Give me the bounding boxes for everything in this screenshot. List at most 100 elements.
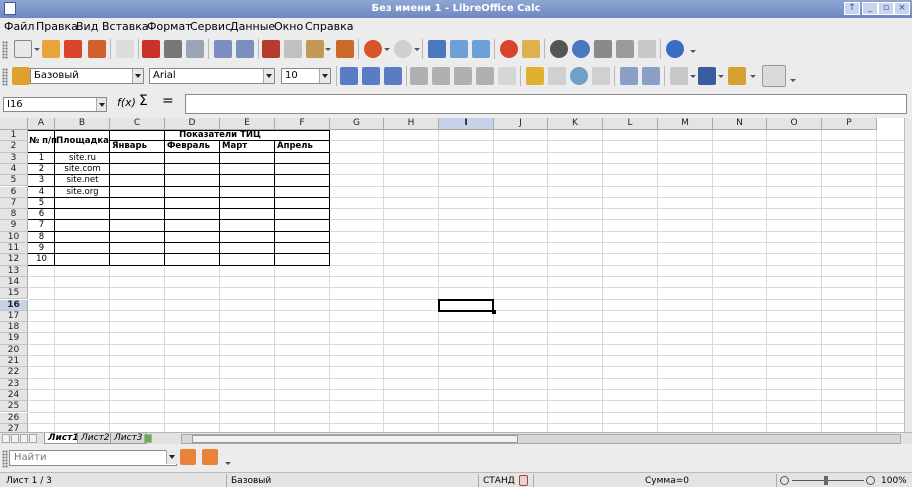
gallery-icon[interactable] — [594, 40, 612, 58]
spreadsheet-grid[interactable]: A B C D E F G H I J K L M N O P 1 2 3 4 5 6 7 8 9 10 11 12 13 14 15 16 1… — [0, 118, 912, 432]
paste-icon[interactable] — [306, 40, 324, 58]
select-all-corner[interactable] — [0, 118, 28, 130]
sum-icon[interactable]: Σ — [139, 93, 148, 109]
edit-file-icon[interactable] — [116, 40, 134, 58]
chevron-down-icon[interactable] — [384, 48, 390, 51]
chevron-down-icon[interactable] — [750, 75, 756, 78]
help-window-icon[interactable]: ↑ — [844, 2, 860, 15]
last-sheet-button[interactable] — [29, 434, 37, 443]
zoom-slider-thumb[interactable] — [824, 476, 828, 485]
column-header-e[interactable]: E — [220, 118, 275, 130]
help-icon[interactable] — [666, 40, 684, 58]
increase-indent-icon[interactable] — [642, 67, 660, 85]
sheet-tab-2[interactable]: Лист2 — [77, 433, 114, 444]
open-folder-icon[interactable] — [42, 40, 60, 58]
menu-help[interactable]: Справка — [305, 20, 353, 33]
menu-edit[interactable]: Правка — [36, 20, 78, 33]
redo-icon[interactable] — [394, 40, 412, 58]
hyperlink-icon[interactable] — [428, 40, 446, 58]
export-pdf-icon[interactable] — [142, 40, 160, 58]
horizontal-scrollbar[interactable] — [181, 434, 901, 444]
chevron-down-icon[interactable] — [263, 69, 274, 83]
border-style-icon[interactable] — [698, 67, 716, 85]
toolbar-grip[interactable] — [2, 450, 8, 468]
chevron-down-icon[interactable] — [166, 450, 177, 464]
page-style[interactable]: Базовый — [231, 476, 271, 486]
decrease-indent-icon[interactable] — [620, 67, 638, 85]
undo-icon[interactable] — [364, 40, 382, 58]
zoom-level[interactable]: 100% — [881, 476, 907, 486]
spellcheck-icon[interactable] — [214, 40, 232, 58]
add-sheet-icon[interactable] — [144, 434, 152, 443]
find-replace-icon[interactable] — [550, 40, 568, 58]
row-header-6[interactable]: 6 — [0, 186, 28, 198]
column-header-m[interactable]: M — [658, 118, 713, 130]
toolbar-options-icon[interactable] — [690, 50, 696, 53]
zoom-in-icon[interactable] — [866, 476, 875, 485]
menu-tools[interactable]: Сервис — [190, 20, 231, 33]
draw-functions-icon[interactable] — [522, 40, 540, 58]
header-num[interactable]: № п/п — [29, 130, 57, 153]
column-header-b[interactable]: B — [55, 118, 110, 130]
clone-formatting-icon[interactable] — [336, 40, 354, 58]
toolbar-options-icon[interactable] — [790, 79, 796, 82]
font-size-select[interactable]: 10 — [281, 68, 331, 84]
print-preview-icon[interactable] — [186, 40, 204, 58]
row-header-11[interactable]: 11 — [0, 243, 28, 255]
chevron-down-icon[interactable] — [96, 98, 106, 111]
row-header-3[interactable]: 3 — [0, 152, 28, 164]
align-center-icon[interactable] — [432, 67, 450, 85]
save-icon[interactable] — [64, 40, 82, 58]
chevron-down-icon[interactable] — [690, 75, 696, 78]
minimize-button[interactable]: _ — [862, 2, 878, 15]
background-color-icon[interactable] — [728, 67, 746, 85]
menu-window[interactable]: Окно — [274, 20, 303, 33]
align-left-icon[interactable] — [410, 67, 428, 85]
row-header-2[interactable]: 2 — [0, 141, 28, 153]
bold-icon[interactable] — [340, 67, 358, 85]
first-sheet-button[interactable] — [2, 434, 10, 443]
row-header-5[interactable]: 5 — [0, 175, 28, 187]
percent-format-icon[interactable] — [548, 67, 566, 85]
column-header-c[interactable]: C — [110, 118, 165, 130]
italic-icon[interactable] — [362, 67, 380, 85]
column-header-k[interactable]: K — [548, 118, 603, 130]
chevron-down-icon[interactable] — [414, 48, 420, 51]
row-header-21[interactable]: 21 — [0, 356, 28, 368]
column-header-o[interactable]: O — [767, 118, 822, 130]
column-header-n[interactable]: N — [713, 118, 767, 130]
column-header-j[interactable]: J — [494, 118, 548, 130]
new-document-icon[interactable] — [14, 40, 32, 58]
toolbar-grip[interactable] — [2, 68, 8, 86]
row-header-20[interactable]: 20 — [0, 344, 28, 356]
find-previous-icon[interactable] — [202, 449, 218, 465]
active-cell-cursor[interactable] — [438, 298, 496, 315]
standard-format-icon[interactable] — [570, 67, 588, 85]
sort-descending-icon[interactable] — [472, 40, 490, 58]
chart-icon[interactable] — [500, 40, 518, 58]
column-header-a[interactable]: A — [28, 118, 55, 130]
currency-format-icon[interactable] — [526, 67, 544, 85]
horizontal-scroll-thumb[interactable] — [192, 435, 518, 443]
column-header-h[interactable]: H — [384, 118, 439, 130]
next-sheet-button[interactable] — [20, 434, 28, 443]
vertical-scrollbar[interactable] — [904, 118, 912, 432]
add-decimal-icon[interactable] — [592, 67, 610, 85]
font-name-select[interactable]: Arial — [149, 68, 275, 84]
column-header-f[interactable]: F — [275, 118, 330, 130]
autospellcheck-icon[interactable] — [236, 40, 254, 58]
row-header-18[interactable]: 18 — [0, 322, 28, 334]
header-site[interactable]: Площадка — [56, 130, 109, 153]
chevron-down-icon[interactable] — [34, 48, 40, 51]
row-header-12[interactable]: 12 — [0, 254, 28, 266]
row-header-1[interactable]: 1 — [0, 130, 28, 142]
column-header-l[interactable]: L — [603, 118, 658, 130]
row-header-19[interactable]: 19 — [0, 333, 28, 345]
row-header-22[interactable]: 22 — [0, 367, 28, 379]
find-next-icon[interactable] — [180, 449, 196, 465]
formula-equals-icon[interactable]: = — [162, 93, 174, 109]
chevron-down-icon[interactable] — [319, 69, 330, 83]
zoom-slider[interactable] — [792, 480, 864, 481]
formula-input[interactable] — [185, 94, 907, 114]
paragraph-style-select[interactable]: Базовый — [30, 68, 144, 84]
